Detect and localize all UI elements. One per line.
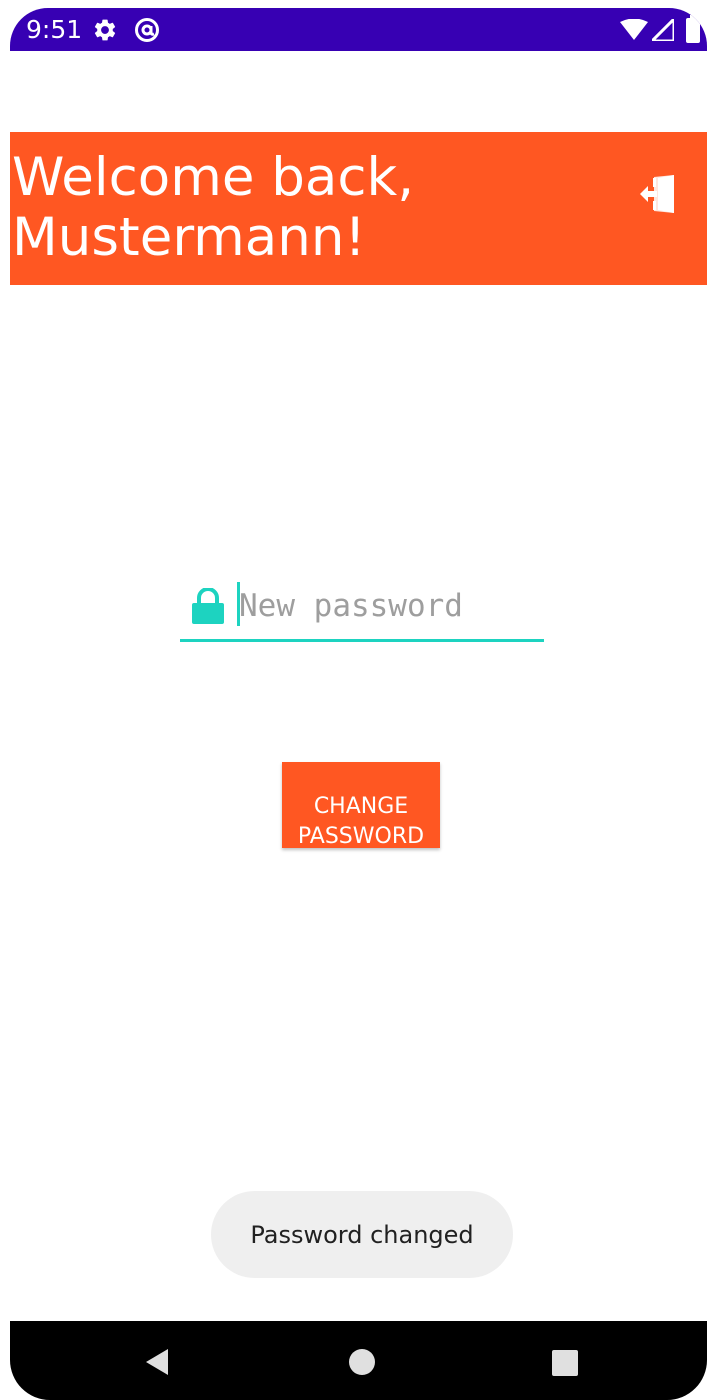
new-password-field[interactable]: [180, 578, 544, 642]
home-icon: [349, 1349, 375, 1375]
battery-icon: [686, 15, 700, 48]
home-button[interactable]: [307, 1321, 417, 1400]
status-time: 9:51: [26, 15, 83, 44]
logout-icon: [640, 175, 674, 213]
back-icon: [146, 1349, 168, 1375]
recents-icon: [552, 1350, 578, 1376]
change-password-button-label: CHANGE PASSWORD: [297, 794, 425, 849]
toast-message: Password changed: [250, 1220, 474, 1249]
password-field-underline: [180, 639, 544, 642]
cellular-signal-icon: [648, 15, 676, 46]
status-bar: 9:51: [10, 8, 707, 51]
phone-screen: 9:51 Welcome back, Mustermann! CHANGE PA…: [10, 8, 707, 1400]
new-password-input[interactable]: [239, 586, 539, 626]
gear-icon: [92, 17, 118, 48]
page-title: Welcome back, Mustermann!: [12, 147, 415, 268]
at-sign-icon: [134, 17, 160, 48]
lock-icon: [192, 587, 224, 629]
change-password-button[interactable]: CHANGE PASSWORD: [282, 762, 440, 849]
back-button[interactable]: [103, 1321, 213, 1400]
recents-button[interactable]: [510, 1321, 620, 1400]
logout-button[interactable]: [638, 172, 682, 216]
welcome-header: Welcome back, Mustermann!: [10, 132, 707, 285]
toast: Password changed: [211, 1191, 513, 1278]
navigation-bar: [10, 1321, 707, 1400]
wifi-icon: [620, 18, 648, 46]
